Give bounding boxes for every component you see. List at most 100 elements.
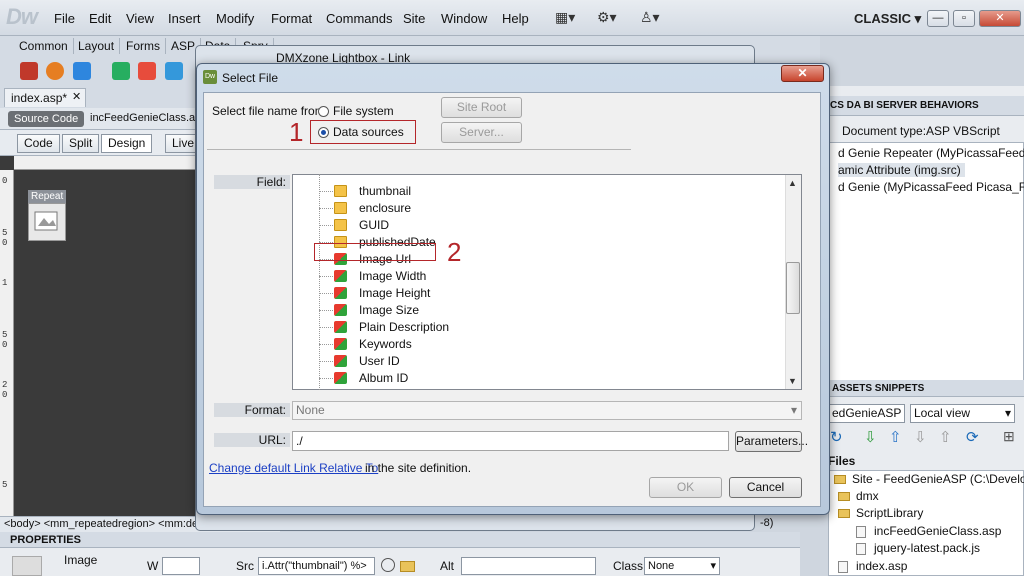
link-suffix-text: in the site definition. [365,461,472,475]
insert-tab-common[interactable]: Common [14,38,74,54]
related-file-link[interactable]: incFeedGenieClass.asp [90,112,207,124]
sync-icon[interactable]: ⟳ [966,428,979,446]
class-select[interactable]: None ▾ [644,557,720,575]
expand-icon[interactable]: ⊞ [1003,428,1015,445]
image-placeholder[interactable] [28,203,66,241]
insert-icon-4[interactable] [112,62,130,80]
parameters-button[interactable]: Parameters... [735,431,808,452]
file-index[interactable]: index.asp [838,559,907,573]
insert-icon-3[interactable] [73,62,91,80]
tree-item[interactable]: Plain Description [359,320,449,334]
behavior-item[interactable]: amic Attribute (img.src) [838,163,965,177]
dialog-close-button[interactable]: ✕ [781,65,824,82]
insert-icon-5[interactable] [138,62,156,80]
dreamweaver-icon: Dw [203,70,217,84]
image-thumbnail-icon [12,556,42,576]
restore-button[interactable]: ▫ [953,10,975,27]
tree-item[interactable]: Keywords [359,337,412,351]
menu-edit[interactable]: Edit [89,11,111,26]
menu-help[interactable]: Help [502,11,529,26]
tree-item[interactable]: Image Height [359,286,430,300]
scroll-down-arrow[interactable]: ▼ [788,376,797,386]
layout-icon[interactable]: ▦▾ [555,10,575,24]
file-jquery[interactable]: jquery-latest.pack.js [856,541,980,555]
field-label: Field: [214,175,290,189]
insert-tab-forms[interactable]: Forms [121,38,166,54]
column-icon [334,270,347,282]
src-input[interactable]: i.Attr("thumbnail") %> [258,557,375,575]
panel-tabs[interactable]: CS DA BI SERVER BEHAVIORS [828,96,1024,116]
width-input[interactable] [162,557,200,575]
refresh-icon[interactable]: ↻ [830,428,843,446]
file-system-radio[interactable]: File system [318,104,394,118]
point-to-file-icon[interactable] [381,558,395,572]
check-in-icon[interactable]: ⇧ [939,428,952,446]
gear-icon[interactable]: ⚙▾ [597,10,617,24]
folder-dmx[interactable]: dmx [838,489,879,503]
tree-item[interactable]: Image Width [359,269,426,283]
folder-scriptlibrary[interactable]: ScriptLibrary [838,506,923,520]
width-label: W [147,559,159,573]
cancel-button[interactable]: Cancel [729,477,802,498]
insert-tab-layout[interactable]: Layout [73,38,121,54]
files-panel-tabs[interactable]: ASSETS SNIPPETS [828,380,1024,397]
scroll-thumb[interactable] [786,262,800,314]
url-input[interactable]: ./ [292,431,729,451]
file-icon [856,542,866,555]
behavior-item[interactable]: d Genie Repeater (MyPicassaFeed) [838,146,1024,160]
column-icon [334,338,347,350]
menu-commands[interactable]: Commands [326,11,392,26]
image-placeholder-icon [34,211,58,231]
folder-icon[interactable] [400,561,415,572]
site-root-button[interactable]: Site Root [441,97,522,118]
menu-view[interactable]: View [126,11,154,26]
design-view-button[interactable]: Design [101,134,153,153]
menu-modify[interactable]: Modify [216,11,254,26]
minimize-button[interactable]: — [927,10,949,27]
encoding-status: -8) [760,517,774,529]
column-icon [334,372,347,384]
change-link-relative-link[interactable]: Change default Link Relative To [209,461,378,475]
insert-icon-1[interactable] [20,62,38,80]
tree-connector [319,208,333,209]
split-view-button[interactable]: Split [62,134,100,153]
file-incfeedgenieclass[interactable]: incFeedGenieClass.asp [856,524,1001,538]
code-view-button[interactable]: Code [17,134,60,153]
folder-icon [838,492,850,502]
tree-connector [319,378,333,379]
server-behaviors-list[interactable] [828,142,1024,382]
site-map-icon[interactable]: ♙▾ [640,10,660,24]
close-window-button[interactable]: ✕ [979,10,1021,27]
workspace-switcher[interactable]: CLASSIC ▾ [854,11,921,27]
menu-insert[interactable]: Insert [168,11,201,26]
server-button[interactable]: Server... [441,122,522,143]
format-select[interactable]: None ▾ [292,401,802,420]
site-root-item[interactable]: Site - FeedGenieASP (C:\Develop\fee... [834,472,1024,486]
tree-item[interactable]: enclosure [359,201,411,215]
scroll-up-arrow[interactable]: ▲ [788,178,797,188]
prop-type: Image [64,553,98,567]
view-select[interactable]: Local view ▾ [910,404,1015,423]
tree-item[interactable]: Album ID [359,371,408,385]
tree-item[interactable]: thumbnail [359,184,411,198]
site-select[interactable]: edGenieASP [828,404,905,423]
tree-item[interactable]: User ID [359,354,400,368]
check-out-icon[interactable]: ⇩ [914,428,927,446]
menu-site[interactable]: Site [403,11,425,26]
tree-item[interactable]: Image Size [359,303,419,317]
close-tab-icon[interactable]: ✕ [72,90,81,103]
menu-format[interactable]: Format [271,11,312,26]
behavior-item[interactable]: d Genie (MyPicassaFeed Picasa_Fea... [838,180,1024,194]
insert-icon-2[interactable] [46,62,64,80]
tree-item[interactable]: GUID [359,218,389,232]
document-type: Document type:ASP VBScript [842,124,1000,138]
put-icon[interactable]: ⇧ [889,428,902,446]
source-code-button[interactable]: Source Code [8,111,85,127]
ok-button[interactable]: OK [649,477,722,498]
insert-icon-6[interactable] [165,62,183,80]
get-icon[interactable]: ⇩ [864,428,877,446]
tree-connector [319,293,333,294]
menu-file[interactable]: File [54,11,75,26]
menu-window[interactable]: Window [441,11,487,26]
alt-input[interactable] [461,557,596,575]
